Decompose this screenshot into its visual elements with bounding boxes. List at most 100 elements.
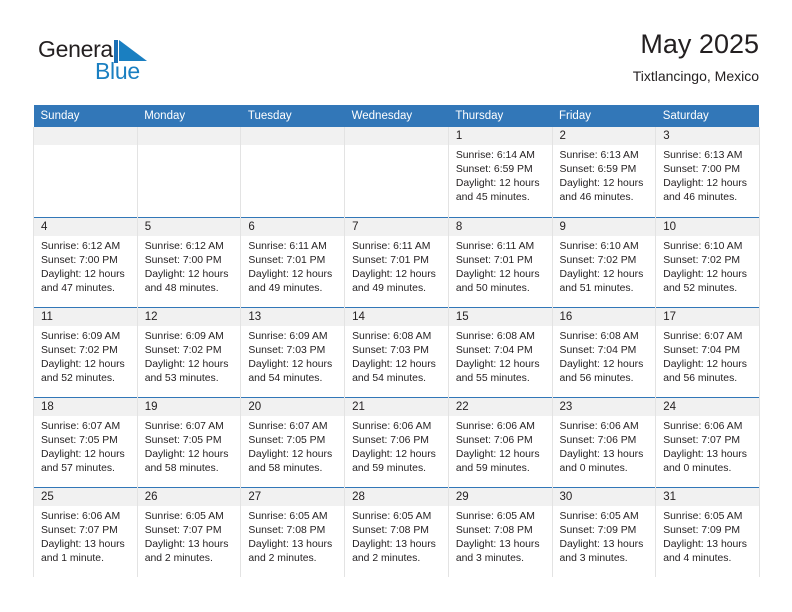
day-daylight-2-text: and 48 minutes. [144,282,219,294]
calendar-day-cell[interactable]: 9 Sunrise: 6:10 AM Sunset: 7:02 PM Daylight… [551,216,657,307]
calendar-day-cell[interactable]: 6 Sunrise: 6:11 AM Sunset: 7:01 PM Daylight… [240,216,346,307]
general-blue-logo[interactable]: General Blue [38,36,168,92]
calendar-day-cell[interactable]: 11 Sunrise: 6:09 AM Sunset: 7:02 PM Dayligh… [33,306,138,397]
day-details: Sunrise: 6:12 AM Sunset: 7:00 PM Daylight:… [138,236,241,296]
day-daylight-2-text: and 46 minutes. [559,192,634,204]
day-sunset-text: Sunset: 7:04 PM [559,344,637,356]
day-sunrise-text: Sunrise: 6:05 AM [144,510,224,522]
day-sunset-text: Sunset: 7:02 PM [559,254,637,266]
calendar-day-cell[interactable]: 22 Sunrise: 6:06 AM Sunset: 7:06 PM Dayligh… [447,396,553,487]
day-sunset-text: Sunset: 7:02 PM [144,344,222,356]
day-sunset-text: Sunset: 7:07 PM [663,434,741,446]
day-sunset-text: Sunset: 7:01 PM [248,254,326,266]
day-daylight-2-text: and 0 minutes. [663,462,732,474]
day-daylight-1-text: Daylight: 12 hours [352,358,436,370]
day-sunrise-text: Sunrise: 6:07 AM [248,420,328,432]
day-sunset-text: Sunset: 6:59 PM [559,164,637,176]
day-daylight-2-text: and 53 minutes. [144,372,219,384]
calendar-day-cell[interactable]: 13 Sunrise: 6:09 AM Sunset: 7:03 PM Dayligh… [240,306,346,397]
calendar-day-cell[interactable]: 10 Sunrise: 6:10 AM Sunset: 7:02 PM Dayligh… [655,216,760,307]
day-details: Sunrise: 6:09 AM Sunset: 7:02 PM Daylight:… [34,326,137,386]
calendar-day-cell[interactable]: 16 Sunrise: 6:08 AM Sunset: 7:04 PM Dayligh… [551,306,657,397]
calendar-day-cell[interactable]: 3 Sunrise: 6:13 AM Sunset: 7:00 PM Daylight… [655,127,760,217]
day-daylight-2-text: and 58 minutes. [248,462,323,474]
calendar-day-cell[interactable]: 25 Sunrise: 6:06 AM Sunset: 7:07 PM Dayligh… [33,486,138,577]
calendar-day-cell[interactable]: 12 Sunrise: 6:09 AM Sunset: 7:02 PM Dayligh… [136,306,242,397]
day-sunrise-text: Sunrise: 6:11 AM [352,240,431,252]
day-number: 29 [448,487,552,506]
calendar-day-cell[interactable]: 27 Sunrise: 6:05 AM Sunset: 7:08 PM Dayligh… [240,486,346,577]
day-daylight-1-text: Daylight: 12 hours [455,358,540,370]
calendar-day-cell[interactable]: 2 Sunrise: 6:13 AM Sunset: 6:59 PM Daylight… [551,127,657,217]
day-number: 28 [345,487,448,506]
day-sunset-text: Sunset: 7:05 PM [41,434,118,446]
calendar-day-cell[interactable]: 21 Sunrise: 6:06 AM Sunset: 7:06 PM Dayligh… [344,396,449,487]
day-sunrise-text: Sunrise: 6:06 AM [41,510,121,522]
weekday-header-wednesday: Wednesday [344,105,449,127]
calendar-week-row: 1 Sunrise: 6:14 AM Sunset: 6:59 PM Daylight… [33,127,760,217]
calendar-day-cell[interactable]: 18 Sunrise: 6:07 AM Sunset: 7:05 PM Dayligh… [33,396,138,487]
day-number: 17 [656,307,759,326]
day-details: Sunrise: 6:12 AM Sunset: 7:00 PM Daylight:… [34,236,137,296]
day-daylight-1-text: Daylight: 12 hours [559,268,644,280]
day-daylight-1-text: Daylight: 13 hours [455,538,540,550]
day-sunset-text: Sunset: 7:01 PM [352,254,429,266]
calendar-day-cell[interactable]: 17 Sunrise: 6:07 AM Sunset: 7:04 PM Dayligh… [655,306,760,397]
calendar-day-cell[interactable]: 4 Sunrise: 6:12 AM Sunset: 7:00 PM Daylight… [33,216,138,307]
day-daylight-2-text: and 54 minutes. [248,372,323,384]
calendar-week-row: 25 Sunrise: 6:06 AM Sunset: 7:07 PM Dayligh… [33,486,760,577]
day-details [345,145,448,149]
day-sunset-text: Sunset: 7:00 PM [41,254,118,266]
calendar-day-cell[interactable]: 29 Sunrise: 6:05 AM Sunset: 7:08 PM Dayligh… [447,486,553,577]
day-sunset-text: Sunset: 6:59 PM [455,164,533,176]
day-daylight-1-text: Daylight: 12 hours [663,178,747,190]
day-daylight-2-text: and 59 minutes. [352,462,427,474]
day-number: 4 [34,217,137,236]
day-daylight-2-text: and 47 minutes. [41,282,115,294]
day-details: Sunrise: 6:07 AM Sunset: 7:05 PM Daylight:… [241,416,344,476]
day-daylight-1-text: Daylight: 13 hours [144,538,229,550]
day-number: 30 [552,487,656,506]
calendar-day-cell[interactable]: 31 Sunrise: 6:05 AM Sunset: 7:09 PM Dayligh… [655,486,760,577]
day-number: 22 [448,397,552,416]
day-number: 5 [137,217,241,236]
day-daylight-1-text: Daylight: 12 hours [352,268,436,280]
day-daylight-2-text: and 1 minute. [41,552,104,564]
day-number: 24 [656,397,759,416]
day-daylight-1-text: Daylight: 12 hours [144,448,229,460]
calendar-day-cell[interactable]: 5 Sunrise: 6:12 AM Sunset: 7:00 PM Daylight… [136,216,242,307]
day-details [241,145,345,149]
calendar-cell-empty [344,127,449,217]
calendar-day-cell[interactable]: 7 Sunrise: 6:11 AM Sunset: 7:01 PM Daylight… [344,216,449,307]
day-details: Sunrise: 6:14 AM Sunset: 6:59 PM Daylight:… [449,145,552,205]
day-daylight-1-text: Daylight: 13 hours [248,538,333,550]
calendar-day-cell[interactable]: 19 Sunrise: 6:07 AM Sunset: 7:05 PM Dayligh… [136,396,242,487]
day-details: Sunrise: 6:05 AM Sunset: 7:07 PM Daylight:… [138,506,241,566]
calendar-day-cell[interactable]: 26 Sunrise: 6:05 AM Sunset: 7:07 PM Dayligh… [136,486,242,577]
day-details: Sunrise: 6:07 AM Sunset: 7:04 PM Daylight:… [656,326,759,386]
calendar-day-cell[interactable]: 28 Sunrise: 6:05 AM Sunset: 7:08 PM Dayligh… [344,486,449,577]
day-daylight-1-text: Daylight: 13 hours [41,538,125,550]
weekday-header-saturday: Saturday [655,105,760,127]
calendar-day-cell[interactable]: 24 Sunrise: 6:06 AM Sunset: 7:07 PM Dayligh… [655,396,760,487]
day-daylight-1-text: Daylight: 12 hours [663,358,747,370]
day-sunset-text: Sunset: 7:09 PM [559,524,637,536]
day-sunset-text: Sunset: 7:08 PM [248,524,326,536]
calendar-day-cell[interactable]: 14 Sunrise: 6:08 AM Sunset: 7:03 PM Dayligh… [344,306,449,397]
day-sunset-text: Sunset: 7:00 PM [663,164,741,176]
calendar-day-cell[interactable]: 15 Sunrise: 6:08 AM Sunset: 7:04 PM Dayligh… [447,306,553,397]
calendar-day-cell[interactable]: 20 Sunrise: 6:07 AM Sunset: 7:05 PM Dayligh… [240,396,346,487]
calendar-day-cell[interactable]: 23 Sunrise: 6:06 AM Sunset: 7:06 PM Dayligh… [551,396,657,487]
calendar-day-cell[interactable]: 1 Sunrise: 6:14 AM Sunset: 6:59 PM Daylight… [447,127,553,217]
calendar-day-cell[interactable]: 8 Sunrise: 6:11 AM Sunset: 7:01 PM Daylight… [447,216,553,307]
calendar-day-cell[interactable]: 30 Sunrise: 6:05 AM Sunset: 7:09 PM Dayligh… [551,486,657,577]
day-daylight-1-text: Daylight: 12 hours [352,448,436,460]
day-daylight-1-text: Daylight: 12 hours [41,448,125,460]
calendar-week-row: 18 Sunrise: 6:07 AM Sunset: 7:05 PM Dayligh… [33,396,760,487]
day-sunset-text: Sunset: 7:09 PM [663,524,741,536]
day-sunset-text: Sunset: 7:05 PM [248,434,326,446]
day-number: 23 [552,397,656,416]
day-sunrise-text: Sunrise: 6:11 AM [455,240,535,252]
day-number [241,127,345,145]
day-sunrise-text: Sunrise: 6:12 AM [144,240,224,252]
